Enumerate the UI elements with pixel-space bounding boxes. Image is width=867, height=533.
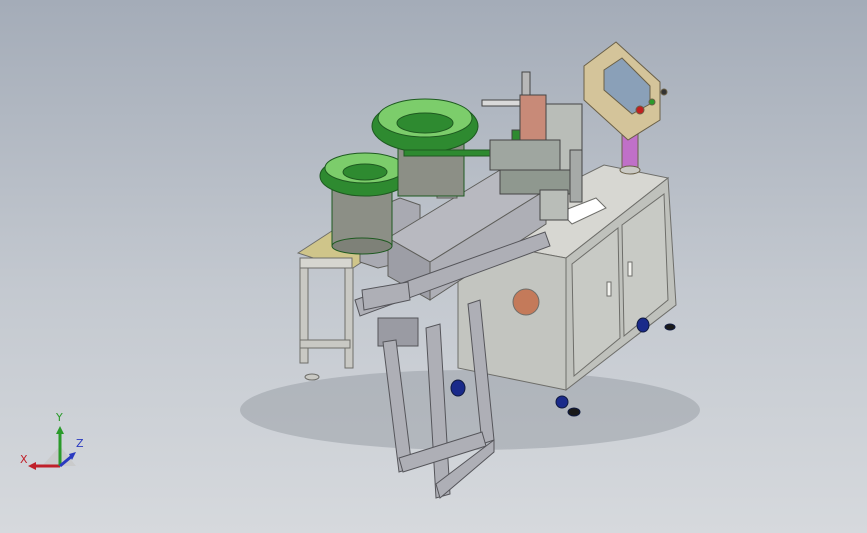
x-axis-label: X (20, 453, 28, 466)
y-axis-label: Y (56, 411, 63, 424)
coordinate-triad: X Y Z (14, 410, 94, 480)
control-panel (583, 41, 668, 175)
3d-viewport[interactable]: X Y Z (0, 0, 867, 533)
machine-model[interactable] (0, 0, 867, 533)
z-axis-label: Z (76, 437, 84, 450)
